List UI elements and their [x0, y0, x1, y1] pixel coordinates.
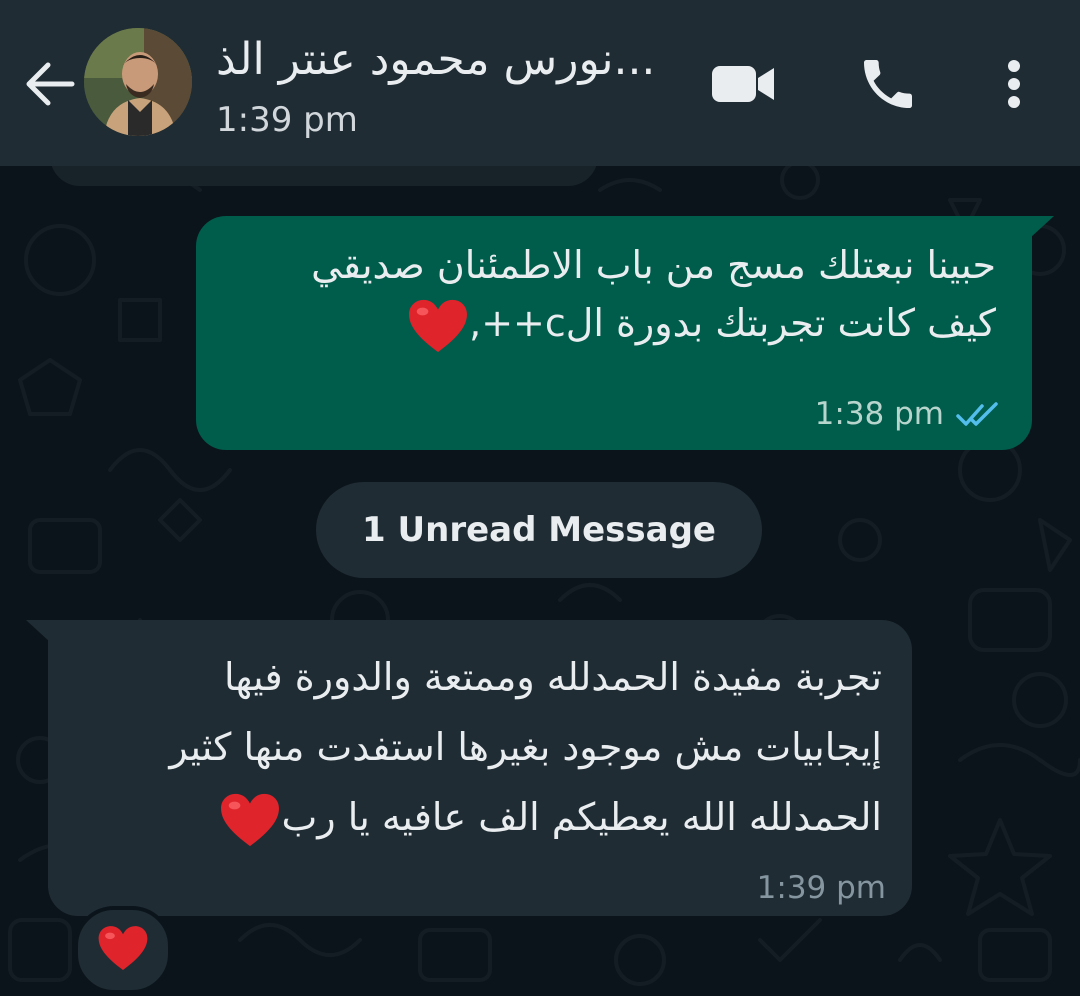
phone-icon: [864, 60, 912, 108]
message-text: تجربة مفيدة الحمدلله وممتعة والدورة فيها…: [62, 642, 882, 852]
contact-photo: [84, 28, 192, 136]
more-vert-icon: [1008, 60, 1020, 108]
message-time: 1:39 pm: [756, 870, 886, 906]
chat-header: نورس محمود عنتر الذ... 1:39 pm: [0, 0, 1080, 166]
unread-messages-divider: 1 Unread Message: [316, 482, 762, 578]
contact-name[interactable]: نورس محمود عنتر الذ...: [216, 30, 676, 90]
message-line: حبينا نبعتلك مسج من باب الاطمئنان صديقي: [311, 243, 996, 287]
chat-screen: نورس محمود عنتر الذ... 1:39 pm حبينا نبع…: [0, 0, 1080, 996]
video-call-button[interactable]: [708, 56, 780, 112]
message-line: إيجابيات مش موجود بغيرها استفدت منها كثي…: [169, 725, 882, 769]
message-line: الحمدلله الله يعطيكم الف عافيه يا رب: [281, 795, 882, 839]
heart-emoji-icon: [407, 298, 469, 354]
message-line: كيف كانت تجربتك بدورة الc++,: [469, 301, 996, 345]
more-options-button[interactable]: [994, 52, 1034, 116]
avatar[interactable]: [84, 28, 192, 136]
incoming-message[interactable]: تجربة مفيدة الحمدلله وممتعة والدورة فيها…: [26, 620, 912, 916]
video-call-icon: [712, 66, 774, 102]
outgoing-message[interactable]: حبينا نبعتلك مسج من باب الاطمئنان صديقي ك…: [196, 216, 1054, 450]
heart-reaction-icon: [98, 926, 148, 970]
message-time: 1:38 pm: [814, 396, 944, 432]
heart-emoji-icon: [219, 792, 281, 848]
message-line: تجربة مفيدة الحمدلله وممتعة والدورة فيها: [223, 655, 882, 699]
read-ticks-icon: [956, 402, 998, 426]
message-text: حبينا نبعتلك مسج من باب الاطمئنان صديقي ك…: [226, 236, 996, 354]
bubble-tail: [26, 620, 50, 642]
last-seen-status: 1:39 pm: [216, 100, 358, 140]
message-reaction[interactable]: [74, 906, 172, 994]
back-button[interactable]: [18, 52, 82, 116]
voice-call-button[interactable]: [856, 52, 920, 116]
back-arrow-icon: [26, 62, 75, 106]
bubble-tail: [1030, 216, 1054, 238]
